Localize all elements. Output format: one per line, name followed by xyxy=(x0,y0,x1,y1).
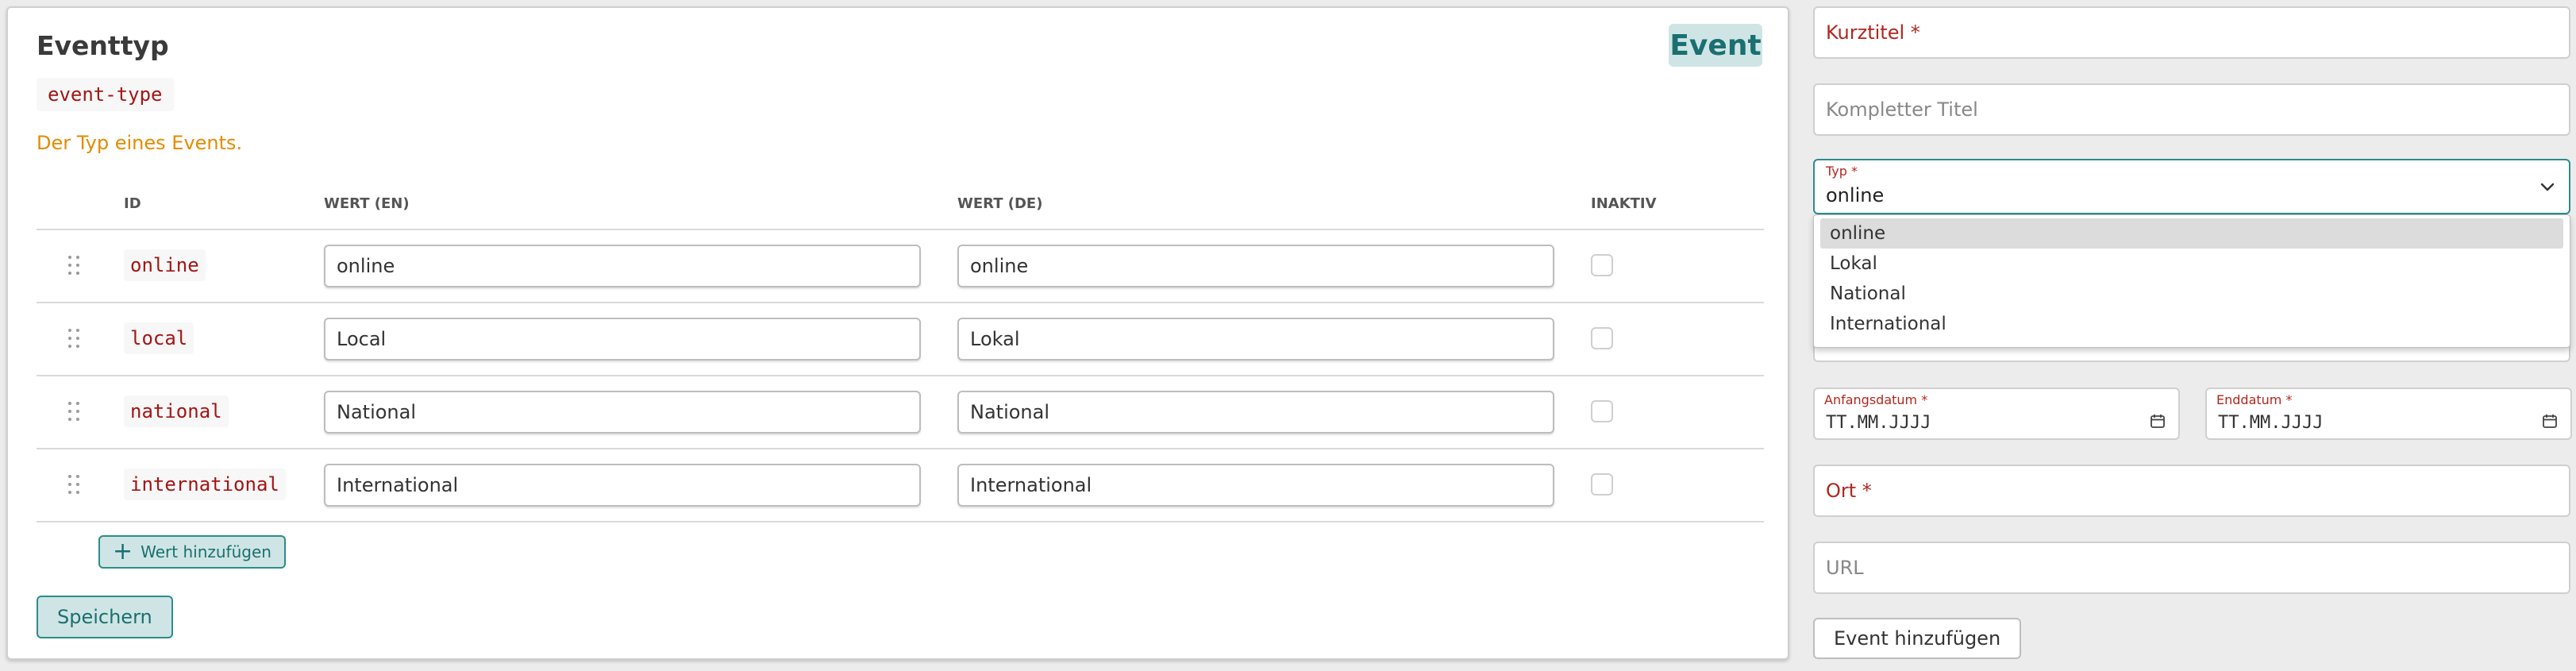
event-type-card: Eventtyp Event event-type Der Typ eines … xyxy=(6,6,1789,660)
table-row: national xyxy=(37,376,1764,449)
header-inactive: INAKTIV xyxy=(1591,195,1657,212)
type-option-international[interactable]: International xyxy=(1820,309,2563,339)
url-field[interactable]: URL xyxy=(1813,542,2570,594)
url-placeholder: URL xyxy=(1826,557,1864,579)
table-header: ID WERT (EN) WERT (DE) INAKTIV xyxy=(37,181,1764,230)
value-en-input[interactable] xyxy=(324,464,921,507)
row-id: international xyxy=(124,469,286,500)
type-select[interactable]: Typ * online xyxy=(1813,159,2570,214)
value-en-input[interactable] xyxy=(324,391,921,434)
drag-handle-icon[interactable] xyxy=(67,327,81,349)
add-value-button[interactable]: + Wert hinzufügen xyxy=(98,535,286,569)
add-event-button[interactable]: Event hinzufügen xyxy=(1813,618,2022,659)
start-date-placeholder: TT.MM.JJJJ xyxy=(1826,413,1931,433)
short-title-label: Kurztitel * xyxy=(1826,21,1920,44)
calendar-icon[interactable] xyxy=(2542,413,2558,429)
type-option-online[interactable]: online xyxy=(1820,218,2563,249)
full-title-field[interactable]: Kompletter Titel xyxy=(1813,83,2570,136)
short-title-field[interactable]: Kurztitel * xyxy=(1813,6,2570,59)
calendar-icon[interactable] xyxy=(2150,413,2166,429)
table-row: international xyxy=(37,449,1764,523)
type-option-lokal[interactable]: Lokal xyxy=(1820,249,2563,279)
value-en-input[interactable] xyxy=(324,318,921,361)
inactive-checkbox[interactable] xyxy=(1591,473,1613,496)
drag-handle-icon[interactable] xyxy=(67,400,81,422)
start-date-label: Anfangsdatum * xyxy=(1824,392,1928,407)
header-value-de: WERT (DE) xyxy=(957,195,1043,212)
inactive-checkbox[interactable] xyxy=(1591,254,1613,276)
end-date-label: Enddatum * xyxy=(2216,392,2293,407)
value-de-input[interactable] xyxy=(957,318,1554,361)
value-en-input[interactable] xyxy=(324,245,921,287)
card-title: Eventtyp xyxy=(37,30,169,61)
location-field[interactable]: Ort * xyxy=(1813,465,2570,517)
card-description: Der Typ eines Events. xyxy=(37,132,243,154)
category-badge: Event xyxy=(1669,24,1762,67)
value-de-input[interactable] xyxy=(957,245,1554,287)
end-date-placeholder: TT.MM.JJJJ xyxy=(2218,413,2324,433)
row-id: local xyxy=(124,322,194,354)
start-date-field[interactable]: Anfangsdatum * TT.MM.JJJJ xyxy=(1813,388,2180,440)
chevron-down-icon xyxy=(2540,183,2555,191)
table-row: local xyxy=(37,303,1764,376)
value-de-input[interactable] xyxy=(957,464,1554,507)
type-option-national[interactable]: National xyxy=(1820,279,2563,309)
type-dropdown: online Lokal National International xyxy=(1813,214,2570,348)
value-de-input[interactable] xyxy=(957,391,1554,434)
add-value-label: Wert hinzufügen xyxy=(141,542,271,561)
table-row: online xyxy=(37,230,1764,303)
plus-icon: + xyxy=(113,538,133,565)
row-id: national xyxy=(124,395,229,427)
type-value: online xyxy=(1826,184,1885,206)
inactive-checkbox[interactable] xyxy=(1591,400,1613,422)
end-date-field[interactable]: Enddatum * TT.MM.JJJJ xyxy=(2205,388,2572,440)
key-code: event-type xyxy=(37,78,174,111)
values-table: ID WERT (EN) WERT (DE) INAKTIV online lo… xyxy=(37,181,1764,523)
header-value-en: WERT (EN) xyxy=(324,195,410,212)
row-id: online xyxy=(124,249,206,281)
save-button[interactable]: Speichern xyxy=(37,596,173,638)
drag-handle-icon[interactable] xyxy=(67,254,81,276)
full-title-placeholder: Kompletter Titel xyxy=(1826,98,1978,121)
drag-handle-icon[interactable] xyxy=(67,473,81,496)
location-label: Ort * xyxy=(1826,480,1872,502)
header-id: ID xyxy=(124,195,141,212)
inactive-checkbox[interactable] xyxy=(1591,327,1613,349)
type-label: Typ * xyxy=(1826,164,1858,179)
